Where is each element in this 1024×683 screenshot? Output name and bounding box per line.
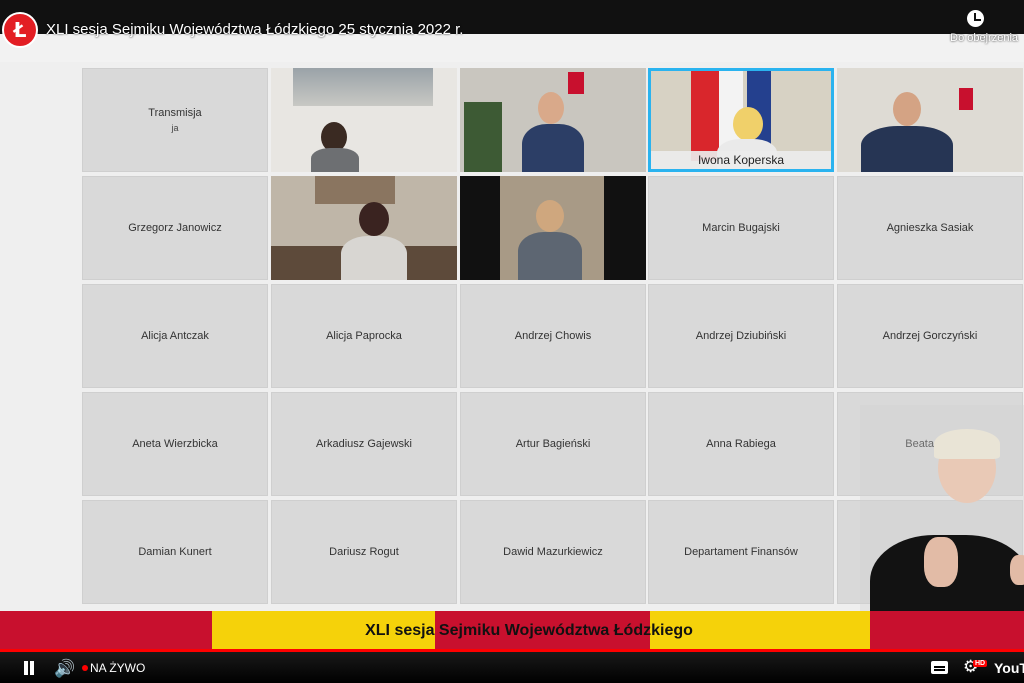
live-label[interactable]: NA ŻYWO (90, 661, 145, 675)
participant-name: Alicja Paprocka (326, 330, 402, 342)
participant-body (311, 148, 359, 172)
participant-tile: Damian Kunert (82, 500, 268, 604)
participant-name: Artur Bagieński (515, 438, 591, 450)
participant-video (460, 68, 646, 172)
player-controls (0, 649, 1024, 683)
participant-name: Alicja Antczak (141, 330, 209, 342)
flag-red (691, 71, 719, 161)
plant (464, 102, 502, 172)
participant-name: Departament Finansów (684, 546, 798, 558)
participant-name: Andrzej Dziubiński (695, 330, 787, 342)
live-dot-icon (82, 665, 88, 671)
interpreter-hand (924, 537, 958, 587)
participant-video (271, 68, 457, 172)
participant-head (893, 92, 921, 126)
participant-name: Agnieszka Sasiak (886, 222, 974, 234)
participant-tile: Departament Finansów (648, 500, 834, 604)
participant-tile: Grzegorz Janowicz (82, 176, 268, 280)
participant-tile: Anna Rabiega (648, 392, 834, 496)
hd-badge: HD (973, 660, 988, 667)
clock-icon (967, 10, 984, 27)
participant-tile: Alicja Antczak (82, 284, 268, 388)
watch-later-label: Do obejrzenia (950, 32, 1018, 44)
participant-name: Dariusz Rogut (329, 546, 399, 558)
participant-head (536, 200, 564, 232)
pause-icon[interactable] (22, 661, 36, 675)
participant-video (271, 176, 457, 280)
participant-tile: Arkadiusz Gajewski (271, 392, 457, 496)
interpreter-hand (1010, 555, 1024, 585)
watch-later-button[interactable]: Do obejrzenia (934, 10, 1024, 44)
participant-tile: Transmisja ja (82, 68, 268, 172)
interpreter-hair (934, 429, 1000, 459)
emblem (959, 88, 973, 110)
wall-picture (315, 176, 395, 204)
video-title[interactable]: XLI sesja Sejmiku Województwa Łódzkiego … (46, 21, 463, 38)
participant-tile: Agnieszka Sasiak (837, 176, 1023, 280)
participant-head (733, 107, 763, 141)
participant-video (460, 176, 646, 280)
participant-head (359, 202, 389, 236)
participant-body (518, 232, 582, 280)
participant-body (522, 124, 584, 172)
participant-tile: Alicja Paprocka (271, 284, 457, 388)
subtitles-icon[interactable] (931, 661, 948, 674)
participant-tile: Artur Bagieński (460, 392, 646, 496)
participant-tile: Andrzej Gorczyński (837, 284, 1023, 388)
participant-name: Damian Kunert (138, 546, 212, 558)
progress-bar[interactable] (0, 649, 1024, 652)
participant-name: Marcin Bugajski (702, 222, 780, 234)
participant-name: Arkadiusz Gajewski (316, 438, 412, 450)
participant-name: Aneta Wierzbicka (132, 438, 218, 450)
emblem (568, 72, 584, 94)
participant-video (837, 68, 1023, 172)
channel-logo[interactable]: Ł (2, 12, 38, 48)
participant-subtitle: ja (171, 123, 179, 133)
participant-name-tag: Iwona Koperska (651, 151, 831, 169)
participant-body (861, 126, 953, 172)
participant-name: Grzegorz Janowicz (128, 222, 222, 234)
participant-tile: Andrzej Chowis (460, 284, 646, 388)
ticker-text: XLI sesja Sejmiku Województwa Łódzkiego (365, 622, 693, 639)
participant-tile: Dariusz Rogut (271, 500, 457, 604)
participant-tile: Andrzej Dziubiński (648, 284, 834, 388)
participant-tile: Dawid Mazurkiewicz (460, 500, 646, 604)
participant-name: Andrzej Gorczyński (882, 330, 978, 342)
participant-name: Transmisja (148, 107, 202, 119)
youtube-logo[interactable]: YouTube (994, 660, 1024, 676)
wall-picture (293, 68, 433, 106)
participant-video-active: Iwona Koperska (648, 68, 834, 172)
participant-name: Andrzej Chowis (514, 330, 592, 342)
participant-body (341, 236, 407, 280)
participant-name: Dawid Mazurkiewicz (503, 546, 603, 558)
participant-tile: Marcin Bugajski (648, 176, 834, 280)
volume-icon[interactable]: 🔊 (54, 659, 75, 679)
participant-name: Anna Rabiega (706, 438, 776, 450)
participant-tile: Aneta Wierzbicka (82, 392, 268, 496)
participant-head (538, 92, 564, 124)
